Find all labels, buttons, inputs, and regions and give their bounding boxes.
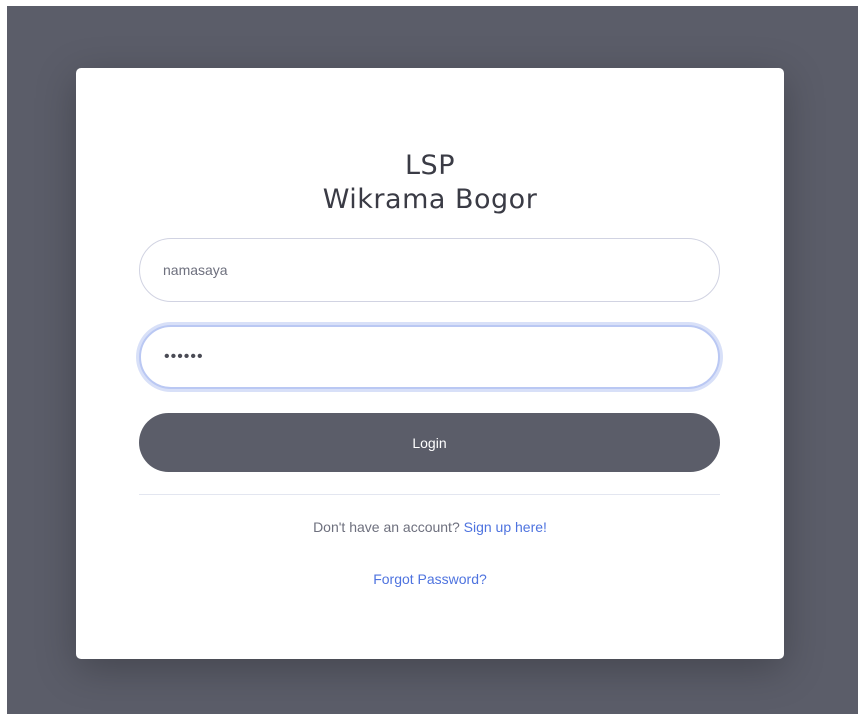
signup-prompt: Don't have an account? Sign up here! (76, 519, 784, 535)
username-input[interactable] (139, 238, 720, 302)
title-line-2: Wikrama Bogor (322, 184, 538, 216)
login-button[interactable]: Login (139, 413, 720, 472)
divider (139, 494, 720, 495)
forgot-password-link[interactable]: Forgot Password? (373, 571, 487, 587)
forgot-password-row: Forgot Password? (76, 571, 784, 587)
title-line-1: LSP (405, 150, 455, 182)
login-card: LSP Wikrama Bogor •••••• Login Don't hav… (76, 68, 784, 659)
password-value: •••••• (164, 348, 204, 365)
page-title: LSP Wikrama Bogor (76, 149, 784, 217)
password-input[interactable]: •••••• (139, 325, 720, 389)
signup-link[interactable]: Sign up here! (464, 519, 547, 535)
no-account-text: Don't have an account? (313, 519, 460, 535)
